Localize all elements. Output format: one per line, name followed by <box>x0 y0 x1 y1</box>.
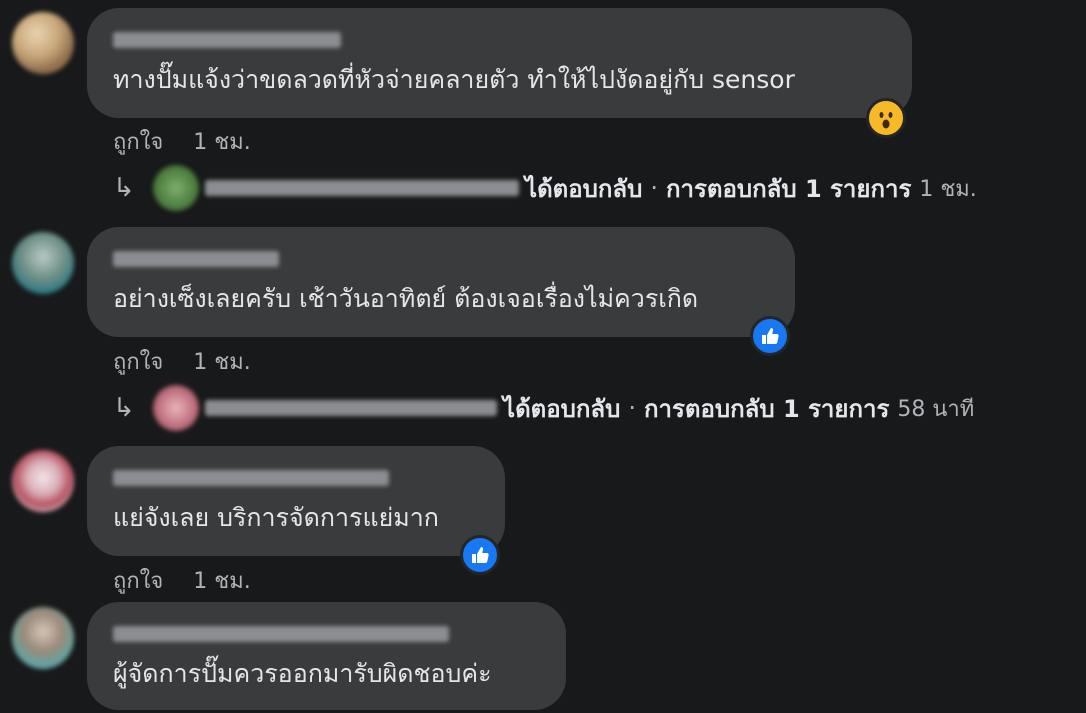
comment-actions: ถูกใจ 1 ชม. <box>113 124 251 159</box>
comment-time[interactable]: 1 ชม. <box>193 130 250 155</box>
comment-text: ทางปั๊มแจ้งว่าขดลวดที่หัวจ่ายคลายตัว ทำใ… <box>113 65 795 94</box>
like-link[interactable]: ถูกใจ <box>113 130 163 155</box>
reply-count[interactable]: การตอบกลับ 1 รายการ <box>666 169 911 208</box>
wow-reaction-icon[interactable] <box>866 98 906 138</box>
reply-avatar <box>153 165 199 211</box>
reply-arrow-icon: ↳ <box>113 393 135 423</box>
like-link[interactable]: ถูกใจ <box>113 350 163 375</box>
like-reaction-icon[interactable] <box>750 316 790 356</box>
comment-actions: ถูกใจ 1 ชม. <box>113 563 251 598</box>
reply-author-redacted <box>205 400 497 416</box>
author-name-redacted[interactable] <box>113 32 341 48</box>
author-name-redacted[interactable] <box>113 251 279 267</box>
comment-bubble: แย่จังเลย บริการจัดการแย่มาก <box>87 446 505 556</box>
reply-action: ได้ตอบกลับ <box>503 394 621 423</box>
avatar[interactable] <box>12 12 74 74</box>
reply-time: 1 ชม. <box>919 176 977 202</box>
reply-author-redacted <box>205 180 519 196</box>
reply-count[interactable]: การตอบกลับ 1 รายการ <box>644 389 889 428</box>
comment-bubble: ทางปั๊มแจ้งว่าขดลวดที่หัวจ่ายคลายตัว ทำใ… <box>87 8 912 118</box>
like-reaction-icon[interactable] <box>460 535 500 575</box>
author-name-redacted[interactable] <box>113 470 389 486</box>
reply-summary[interactable]: ↳ ได้ตอบกลับ · การตอบกลับ 1 รายการ 58 นา… <box>113 385 974 431</box>
reply-avatar <box>153 385 199 431</box>
avatar[interactable] <box>12 607 74 669</box>
reply-time: 58 นาที <box>897 396 975 422</box>
avatar[interactable] <box>12 450 74 512</box>
reply-separator: · <box>650 174 659 202</box>
avatar[interactable] <box>12 232 74 294</box>
comment-text: อย่างเซ็งเลยครับ เช้าวันอาทิตย์ ต้องเจอเ… <box>113 284 699 313</box>
reply-separator: · <box>628 394 637 422</box>
like-link[interactable]: ถูกใจ <box>113 569 163 594</box>
comment-time[interactable]: 1 ชม. <box>193 569 250 594</box>
author-name-redacted[interactable] <box>113 626 449 642</box>
reply-summary[interactable]: ↳ ได้ตอบกลับ · การตอบกลับ 1 รายการ 1 ชม. <box>113 165 977 211</box>
comment-text: ผู้จัดการปั๊มควรออกมารับผิดชอบค่ะ <box>113 659 492 688</box>
comment-bubble: ผู้จัดการปั๊มควรออกมารับผิดชอบค่ะ <box>87 602 566 710</box>
reply-arrow-icon: ↳ <box>113 173 135 203</box>
comment-text: แย่จังเลย บริการจัดการแย่มาก <box>113 503 439 532</box>
comment-time[interactable]: 1 ชม. <box>193 350 250 375</box>
comment-actions: ถูกใจ 1 ชม. <box>113 344 251 379</box>
comment-bubble: อย่างเซ็งเลยครับ เช้าวันอาทิตย์ ต้องเจอเ… <box>87 227 795 337</box>
reply-action: ได้ตอบกลับ <box>525 174 643 203</box>
